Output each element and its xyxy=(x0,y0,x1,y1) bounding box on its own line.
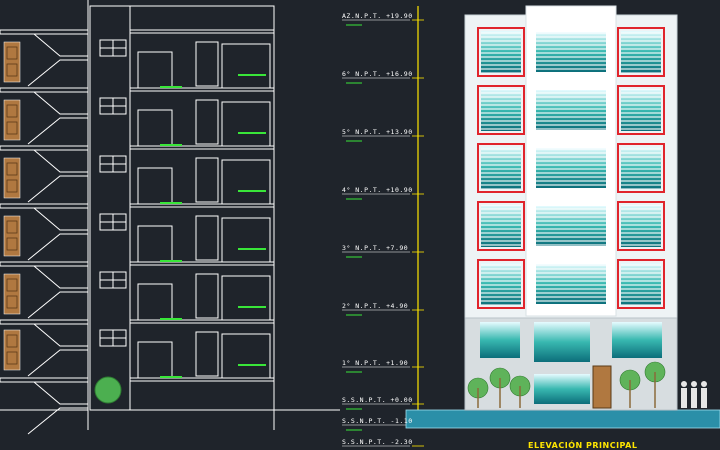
center-window-blinds xyxy=(536,264,606,304)
stair-doors xyxy=(3,41,21,371)
stair-flight xyxy=(27,349,88,377)
room-tag xyxy=(238,190,266,192)
interior-arch xyxy=(137,109,173,147)
ground-window xyxy=(534,374,590,404)
front-elevation xyxy=(405,5,720,429)
window-blinds xyxy=(621,89,661,131)
person-body-icon xyxy=(681,388,687,408)
stair-slab xyxy=(0,87,89,93)
stair-flight-upper xyxy=(33,381,88,405)
interior-room xyxy=(221,159,271,205)
window-blinds xyxy=(481,263,521,305)
window-blinds xyxy=(481,31,521,73)
stair-slab xyxy=(0,145,89,151)
stair-flight-upper xyxy=(33,265,88,289)
building-section xyxy=(89,5,340,430)
level-label-piso6: 6° N.P.T. +16.90 xyxy=(342,70,413,78)
stair-flight-upper xyxy=(33,323,88,347)
room-tag xyxy=(160,202,182,204)
interior-shaft xyxy=(195,41,219,87)
person-body-icon xyxy=(701,388,707,408)
stair-flight xyxy=(27,407,88,435)
room-tag xyxy=(160,86,182,88)
room-tag xyxy=(238,132,266,134)
interior-arch xyxy=(137,167,173,205)
level-label-base: S.S.N.P.T. +0.00 xyxy=(342,396,413,404)
level-label-azotea: AZ.N.P.T. +19.90 xyxy=(342,12,413,20)
room-tag xyxy=(160,376,182,378)
interior-arch xyxy=(137,341,173,379)
person-head-icon xyxy=(691,381,697,387)
street-strip xyxy=(405,409,720,429)
level-label-piso4: 4° N.P.T. +10.90 xyxy=(342,186,413,194)
elevation-title: ELEVACIÓN PRINCIPAL xyxy=(528,441,638,450)
room-tag xyxy=(160,318,182,320)
interior-shaft xyxy=(195,157,219,203)
person-body-icon xyxy=(691,388,697,408)
room-tag xyxy=(160,144,182,146)
ground-window xyxy=(612,322,662,358)
center-window-blinds xyxy=(536,90,606,130)
room-tag xyxy=(238,364,266,366)
level-label-piso5: 5° N.P.T. +13.90 xyxy=(342,128,413,136)
stair-slab xyxy=(0,203,89,209)
window-blinds xyxy=(621,205,661,247)
interior-room xyxy=(221,43,271,89)
ground-window xyxy=(534,322,590,362)
room-tag xyxy=(238,74,266,76)
window-blinds xyxy=(621,31,661,73)
window-blinds xyxy=(481,147,521,189)
ground-window xyxy=(480,322,520,358)
stair-flight xyxy=(27,117,88,145)
center-window-blinds xyxy=(536,32,606,72)
interior-shaft xyxy=(195,99,219,145)
stair-flight xyxy=(27,59,88,87)
stair-slab xyxy=(0,377,89,383)
person-head-icon xyxy=(701,381,707,387)
interior-room xyxy=(221,217,271,263)
stair-flight-upper xyxy=(33,207,88,231)
interior-shaft xyxy=(195,215,219,261)
cad-drawing-canvas xyxy=(0,0,720,447)
room-tag xyxy=(238,306,266,308)
tree-icon xyxy=(94,376,122,404)
person-head-icon xyxy=(681,381,687,387)
level-label-piso2: 2° N.P.T. +4.90 xyxy=(342,302,409,310)
interior-shaft xyxy=(195,331,219,377)
level-label-sotano2: S.S.N.P.T. -2.30 xyxy=(342,438,413,446)
window-blinds xyxy=(481,205,521,247)
window-blinds xyxy=(621,147,661,189)
entrance-door xyxy=(592,365,612,409)
stair-slab xyxy=(0,29,89,35)
stair-flight-upper xyxy=(33,33,88,57)
window-blinds xyxy=(621,263,661,305)
interior-arch xyxy=(137,225,173,263)
interior-room xyxy=(221,333,271,379)
section-wall xyxy=(89,5,131,411)
stair-flight xyxy=(27,233,88,261)
room-tag xyxy=(238,248,266,250)
interior-room xyxy=(221,275,271,321)
interior-arch xyxy=(137,51,173,89)
stair-flight-upper xyxy=(33,91,88,115)
level-label-piso3: 3° N.P.T. +7.90 xyxy=(342,244,409,252)
level-label-sotano1: S.S.N.P.T. -1.10 xyxy=(342,417,413,425)
interior-shaft xyxy=(195,273,219,319)
stair-flight-upper xyxy=(33,149,88,173)
section-outline xyxy=(129,5,275,411)
center-window-blinds xyxy=(536,148,606,188)
window-blinds xyxy=(481,89,521,131)
center-window-blinds xyxy=(536,206,606,246)
stair-flight xyxy=(27,291,88,319)
room-tag xyxy=(160,260,182,262)
stair-flight xyxy=(27,175,88,203)
stair-slab xyxy=(0,319,89,325)
interior-room xyxy=(221,101,271,147)
interior-arch xyxy=(137,283,173,321)
stair-slab xyxy=(0,261,89,267)
level-label-piso1: 1° N.P.T. +1.90 xyxy=(342,359,409,367)
floor-slab xyxy=(129,29,275,34)
